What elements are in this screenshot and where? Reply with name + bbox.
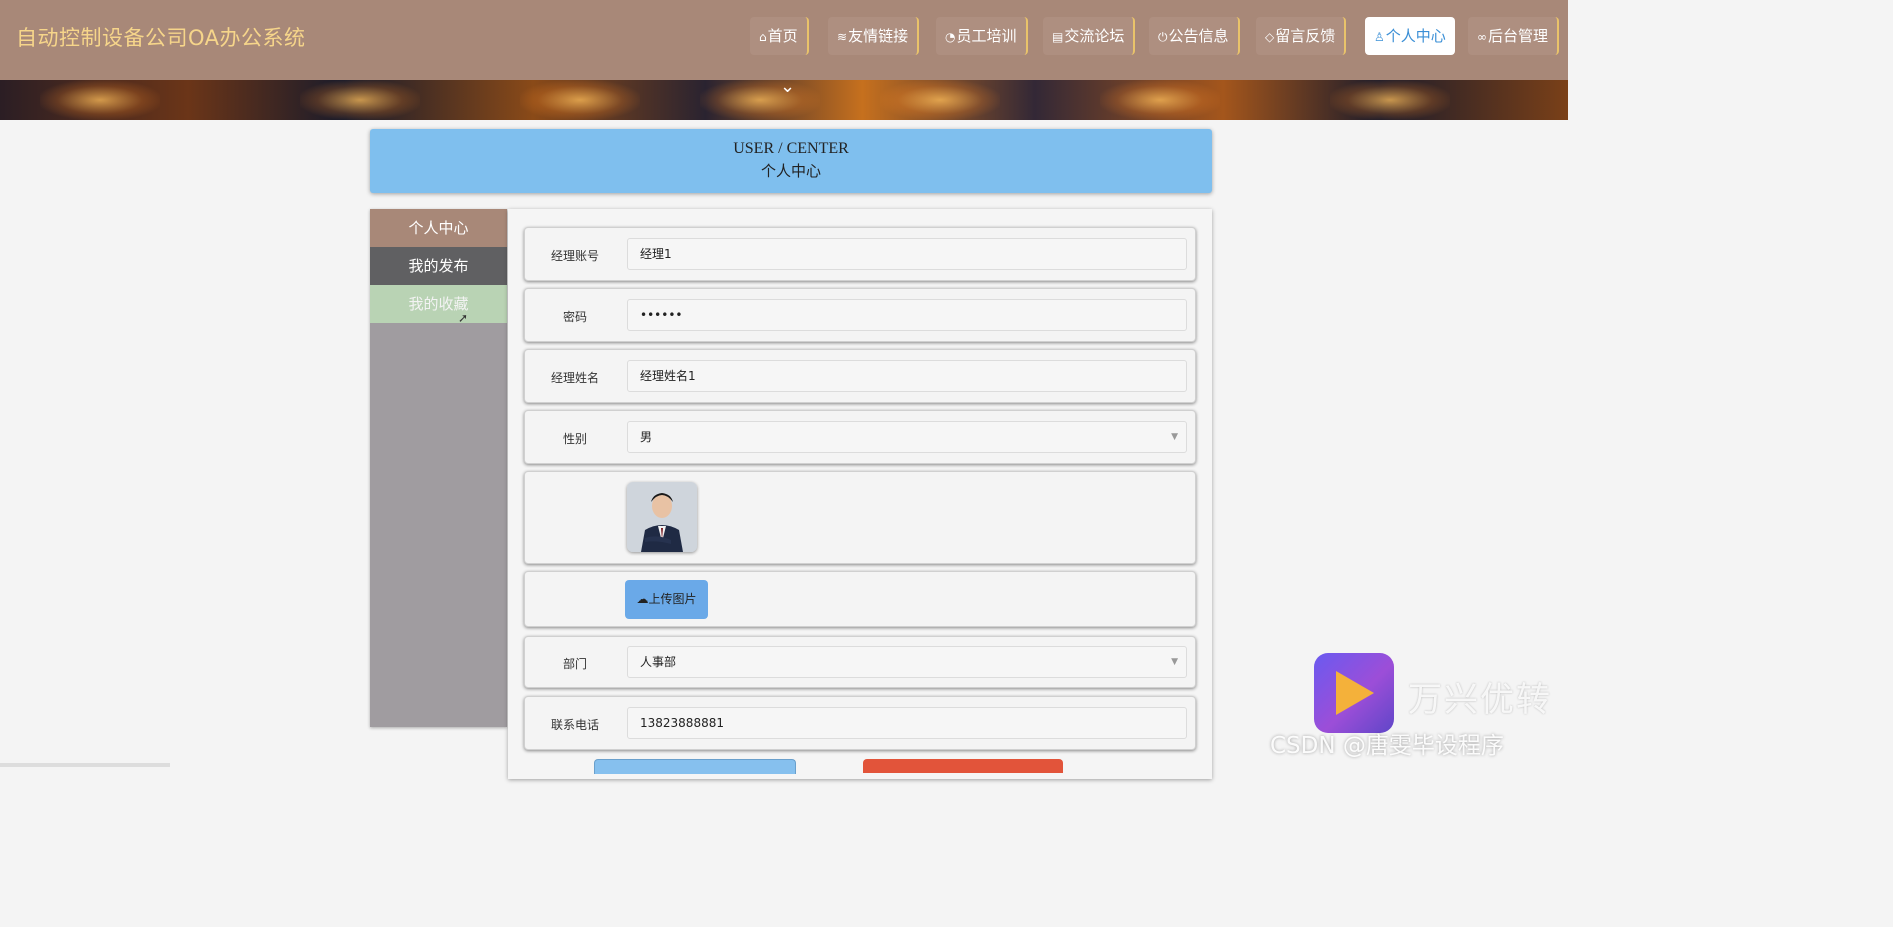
profile-form: 经理账号 经理1 密码 •••••• 经理姓名 经理姓名1 性别 男 ▼ ☁上传…: [508, 209, 1212, 779]
save-button[interactable]: [594, 759, 796, 774]
mouse-cursor-icon: ➚: [458, 311, 469, 325]
link-icon: ∞: [1477, 30, 1487, 44]
watermark-brand: 万兴优转: [1408, 680, 1552, 720]
department-select[interactable]: 人事部 ▼: [627, 646, 1187, 678]
clipboard-icon: ▤: [1052, 30, 1064, 44]
form-row-name: 经理姓名 经理姓名1: [524, 349, 1196, 403]
watermark-logo-icon: [1314, 653, 1394, 733]
watermark-credit: CSDN @唐雯毕设程序: [1270, 733, 1504, 759]
chevron-down-icon[interactable]: ⌄: [780, 80, 795, 96]
avatar-image: [627, 482, 697, 552]
home-icon: ⌂: [759, 30, 767, 44]
sidebar-item-user-center[interactable]: 个人中心: [370, 209, 507, 247]
user-sidebar: 个人中心 我的发布 我的收藏 ➚: [370, 209, 507, 727]
password-label: 密码: [562, 310, 587, 324]
cloud-upload-icon: ☁: [636, 592, 649, 606]
page-header: USER / CENTER 个人中心: [370, 129, 1212, 193]
form-row-password: 密码 ••••••: [524, 288, 1196, 342]
top-navbar: 自动控制设备公司OA办公系统 ⌂首页 ≋友情链接 ◔员工培训 ▤交流论坛 ⏻公告…: [0, 0, 1568, 80]
name-field[interactable]: 经理姓名1: [627, 360, 1187, 392]
form-row-department: 部门 人事部 ▼: [524, 636, 1196, 688]
nav-friend-links[interactable]: ≋友情链接: [828, 17, 920, 55]
nav-home[interactable]: ⌂首页: [750, 17, 809, 55]
city-banner: ⌄: [0, 80, 1568, 120]
power-icon: ⏻: [1158, 30, 1168, 44]
nav-feedback[interactable]: ◇留言反馈: [1256, 17, 1347, 55]
header-title-cn: 个人中心: [760, 164, 821, 180]
sidebar-item-my-favorites[interactable]: 我的收藏 ➚: [370, 285, 507, 325]
name-label: 经理姓名: [550, 371, 599, 385]
department-label: 部门: [562, 657, 587, 671]
reset-button[interactable]: [863, 759, 1063, 773]
nav-employee-training[interactable]: ◔员工培训: [936, 17, 1028, 55]
divider: [0, 763, 170, 767]
nav-user-center[interactable]: ♙个人中心: [1365, 17, 1455, 55]
app-title: 自动控制设备公司OA办公系统: [16, 26, 306, 50]
header-title-en: USER / CENTER: [733, 140, 849, 157]
password-field[interactable]: ••••••: [627, 299, 1187, 331]
form-row-phone: 联系电话 13823888881: [524, 696, 1196, 750]
form-row-upload: ☁上传图片: [524, 571, 1196, 627]
tag-icon: ◇: [1265, 30, 1275, 44]
form-row-account: 经理账号 经理1: [524, 227, 1196, 281]
chevron-down-icon: ▼: [1171, 657, 1178, 667]
phone-field[interactable]: 13823888881: [627, 707, 1187, 739]
account-label: 经理账号: [550, 249, 599, 263]
nav-forum[interactable]: ▤交流论坛: [1043, 17, 1136, 55]
gender-label: 性别: [562, 432, 587, 446]
sidebar-item-my-posts[interactable]: 我的发布: [370, 247, 507, 285]
form-row-gender: 性别 男 ▼: [524, 410, 1196, 464]
nav-admin[interactable]: ∞后台管理: [1468, 17, 1560, 55]
nav-announcements[interactable]: ⏻公告信息: [1149, 17, 1240, 55]
chevron-down-icon: ▼: [1171, 432, 1178, 442]
user-icon: ♙: [1374, 30, 1385, 44]
layers-icon: ≋: [837, 30, 848, 44]
account-field[interactable]: 经理1: [627, 238, 1187, 270]
phone-label: 联系电话: [550, 718, 599, 732]
gender-select[interactable]: 男 ▼: [627, 421, 1187, 453]
palette-icon: ◔: [945, 30, 956, 44]
upload-image-button[interactable]: ☁上传图片: [625, 580, 708, 619]
form-row-avatar: [524, 471, 1196, 564]
